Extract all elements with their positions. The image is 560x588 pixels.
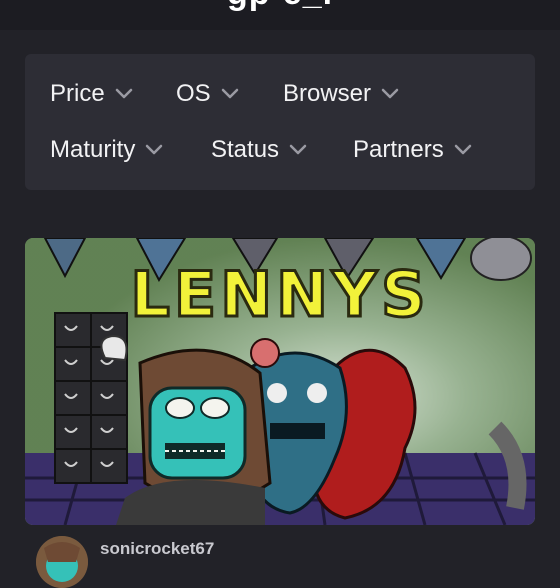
game-cover-image[interactable]: LENNYS [25,238,535,525]
author-row[interactable]: sonicrocket67 [36,536,214,588]
price-filter[interactable]: Price [50,80,133,108]
chevron-down-icon [381,88,399,100]
partners-filter-label: Partners [353,136,444,163]
author-name[interactable]: sonicrocket67 [100,539,214,559]
maturity-filter[interactable]: Maturity [50,136,163,164]
os-filter-label: OS [176,80,211,107]
os-filter[interactable]: OS [176,80,239,108]
browser-filter-label: Browser [283,80,372,107]
cover-characters [100,334,417,525]
price-filter-label: Price [50,80,105,107]
partners-filter[interactable]: Partners [353,136,472,164]
chevron-down-icon [289,144,307,156]
filter-panel: Price OS Browser Maturity Status Partner… [25,54,535,190]
status-filter-label: Status [211,136,280,163]
author-avatar[interactable] [36,536,88,588]
maturity-filter-label: Maturity [50,136,136,163]
chevron-down-icon [115,88,133,100]
chevron-down-icon [221,88,239,100]
top-header: gp-e_l [0,0,560,30]
chevron-down-icon [454,144,472,156]
chevron-down-icon [145,144,163,156]
page-title: gp-e_l [0,0,560,13]
cover-title: LENNYS [130,258,429,331]
browser-filter[interactable]: Browser [283,80,399,108]
status-filter[interactable]: Status [211,136,307,164]
